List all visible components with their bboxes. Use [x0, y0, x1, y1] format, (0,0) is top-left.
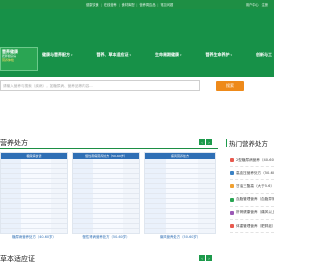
menu-item-innovation[interactable]: 创新与工	[256, 51, 272, 58]
sidebar-accent	[226, 139, 227, 147]
top-nav-link[interactable]: 在线营养	[104, 2, 117, 7]
search-button[interactable]: 搜索	[216, 81, 244, 91]
menu-label: 健康与营养配方	[42, 51, 70, 57]
search-input[interactable]: 请输入营养与搜索（疾病），如糖尿病、营养品等内容...	[0, 80, 200, 91]
card-caption[interactable]: 慢性肾病营养处方（50-60岁）	[72, 234, 140, 239]
account-links: 用户中心 注册	[246, 1, 268, 8]
bullet-icon	[230, 184, 234, 189]
section-divider	[0, 148, 218, 149]
top-nav: 健康饮食 | 在线营养 | 食材库配 | 营养周边品 | 常见问题	[86, 1, 173, 8]
menu-item-life-care[interactable]: 营养生命养护 ▾	[206, 51, 233, 58]
list-item-label: 甘油三酯高（大于5.6）	[236, 183, 274, 188]
list-item[interactable]: 血脂管理营养（血脂异常）	[230, 194, 274, 207]
card-caption[interactable]: 痛风营养处方（50-60岁）	[144, 234, 216, 239]
top-nav-link[interactable]: 健康饮食	[86, 2, 99, 7]
bullet-icon	[230, 210, 234, 215]
card-caption[interactable]: 糖尿病营养处方（40-60岁）	[0, 234, 68, 239]
bullet-icon	[230, 224, 234, 229]
main-menu: 健康与营养配方 ▾ 营养、草本适应证 ▾ 生命周期健康 ▾ 营养生命养护 ▾ 创新与工	[42, 51, 274, 58]
list-item[interactable]: 体重管理营养（肥胖症）	[230, 220, 274, 234]
separator: |	[118, 2, 120, 7]
prescription-card[interactable]: 痛风营养处方	[144, 152, 216, 234]
menu-item-nutrition-formula[interactable]: 健康与营养配方 ▾	[42, 51, 73, 58]
hot-prescriptions-list: 2型糖尿病营养（40-60岁） 高血压营养处方（50-60岁） 甘油三酯高（大于…	[230, 154, 274, 234]
list-item-label: 体重管理营养（肥胖症）	[236, 223, 274, 228]
prescription-card[interactable]: 糖尿病食谱	[0, 152, 68, 234]
chevron-right-icon[interactable]: ›	[206, 139, 212, 145]
chevron-down-icon: ▾	[230, 52, 233, 57]
register-link[interactable]: 注册	[262, 2, 268, 7]
login-link[interactable]: 用户中心	[246, 2, 259, 7]
top-nav-link[interactable]: 营养周边品	[139, 2, 155, 7]
list-item[interactable]: 2型糖尿病营养（40-60岁）	[230, 154, 274, 168]
top-bar: 健康饮食 | 在线营养 | 食材库配 | 营养周边品 | 常见问题 用户中心 注册	[0, 0, 274, 9]
menu-label: 营养、草本适应证	[96, 51, 129, 57]
bullet-icon	[230, 171, 234, 176]
carousel-controls: ‹ ›	[199, 139, 212, 145]
separator: |	[100, 2, 102, 7]
site-logo[interactable]: 营养健康 肥胖糖尿病 营养体检	[0, 47, 38, 71]
list-item[interactable]: 高血压营养处方（50-60岁）	[230, 167, 274, 181]
chevron-right-icon[interactable]: ›	[206, 255, 212, 261]
list-item-label: 血脂管理营养（血脂异常）	[236, 197, 274, 202]
top-nav-link[interactable]: 食材库配	[122, 2, 135, 7]
list-item[interactable]: 肝肾健康营养（痛风以上）	[230, 207, 274, 220]
chevron-left-icon[interactable]: ‹	[199, 255, 205, 261]
bullet-icon	[230, 197, 234, 202]
list-item-label: 肝肾健康营养（痛风以上）	[236, 210, 274, 215]
section-title-prescriptions: 营养处方	[0, 139, 28, 147]
menu-item-lifecycle[interactable]: 生命周期健康 ▾	[155, 51, 182, 58]
menu-label: 生命周期健康	[155, 51, 179, 57]
top-nav-link[interactable]: 常见问题	[161, 2, 174, 7]
separator: |	[136, 2, 138, 7]
menu-label: 营养生命养护	[205, 51, 230, 57]
bullet-icon	[230, 158, 234, 163]
chevron-left-icon[interactable]: ‹	[199, 139, 205, 145]
sidebar-title: 热门营养处方	[229, 140, 268, 148]
header: 营养健康 肥胖糖尿病 营养体检 健康与营养配方 ▾ 营养、草本适应证 ▾ 生命周期健…	[0, 9, 274, 77]
prescription-card[interactable]: 慢性肾病营养处方（50-60岁）	[72, 152, 140, 234]
section-title-herbal: 草本适应证	[0, 255, 35, 263]
logo-line-3: 营养体检	[2, 58, 15, 62]
menu-item-herbal[interactable]: 营养、草本适应证 ▾	[97, 51, 132, 58]
chevron-down-icon: ▾	[180, 52, 182, 57]
menu-label: 创新与工	[256, 51, 272, 57]
search-bar: 请输入营养与搜索（疾病），如糖尿病、营养品等内容... 搜索	[0, 79, 274, 93]
carousel-controls: ‹ ›	[199, 255, 212, 261]
separator: |	[157, 2, 159, 7]
list-item-label: 2型糖尿病营养（40-60岁）	[236, 157, 274, 162]
list-item-label: 高血压营养处方（50-60岁）	[236, 170, 274, 175]
chevron-down-icon: ▾	[71, 52, 73, 57]
list-item[interactable]: 甘油三酯高（大于5.6）	[230, 180, 274, 194]
chevron-down-icon: ▾	[129, 52, 132, 57]
